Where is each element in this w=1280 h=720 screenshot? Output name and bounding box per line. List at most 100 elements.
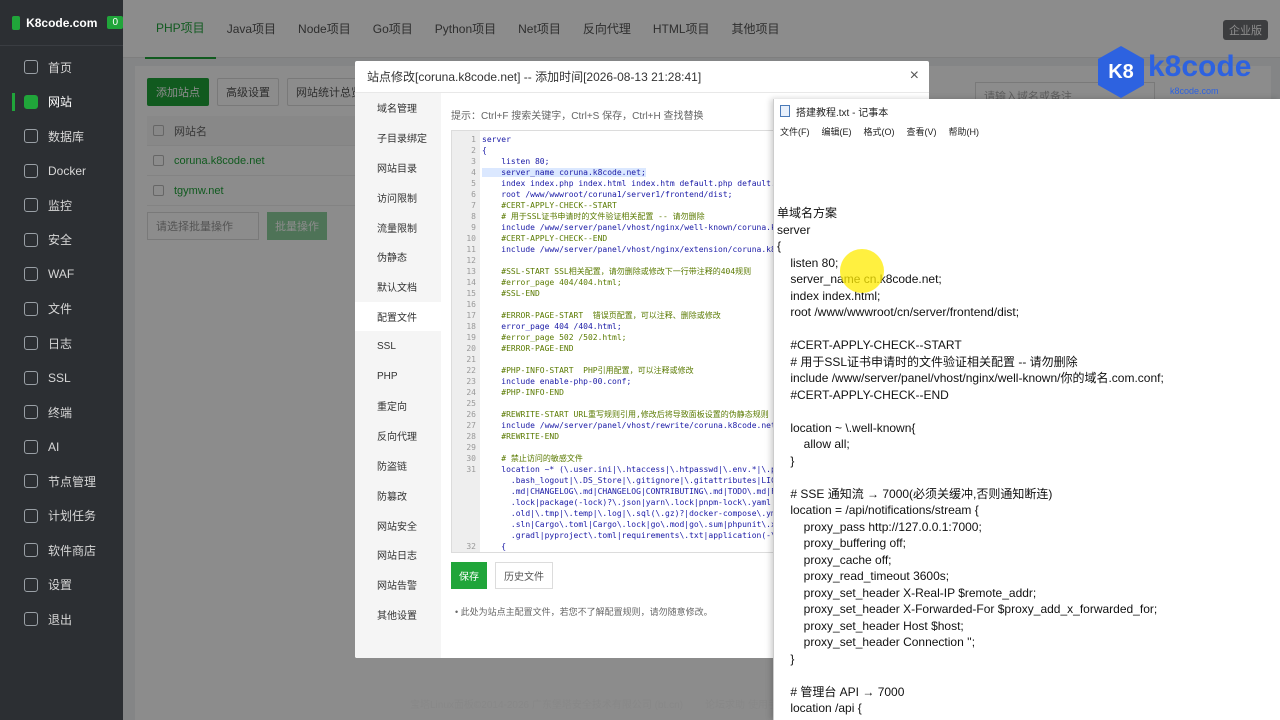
line-number: 21 (466, 355, 476, 364)
modal-nav-item[interactable]: 子目录绑定 (355, 123, 441, 153)
code-text: { (482, 146, 487, 155)
sidebar-item-label: 节点管理 (48, 474, 97, 489)
code-text: #error_page 502 /502.html; (482, 333, 627, 342)
sidebar-item[interactable]: WAF (0, 257, 123, 292)
sidebar-item[interactable]: 计划任务 (0, 499, 123, 534)
panel-logo-icon (12, 15, 21, 30)
sidebar-item[interactable]: Docker (0, 154, 123, 189)
modal-nav-item[interactable]: 网站告警 (355, 570, 441, 600)
line-number: 24 (466, 388, 476, 397)
modal-nav-item[interactable]: 网站安全 (355, 510, 441, 540)
logo-hex-mark: K8 (1098, 46, 1144, 98)
line-number: 14 (466, 278, 476, 287)
notepad-window: 搭建教程.txt - 记事本 文件(F) 编辑(E) 格式(O) 查看(V) 帮助(H)… (773, 99, 1280, 720)
code-text: include /www/server/panel/vhost/nginx/we… (482, 223, 800, 232)
sidebar-item[interactable]: 网站 (0, 85, 123, 120)
history-button[interactable]: 历史文件 (495, 562, 553, 589)
notepad-menu-item[interactable]: 查看(V) (907, 125, 937, 138)
notepad-line: { (777, 239, 782, 253)
sidebar-item[interactable]: 日志 (0, 326, 123, 361)
sidebar-item[interactable]: 终端 (0, 395, 123, 430)
line-number: 12 (466, 256, 476, 265)
code-text: #PHP-INFO-START PHP引用配置，可以注释或修改 (482, 366, 694, 375)
modal-nav-item[interactable]: PHP (355, 361, 441, 391)
footer-forum-link[interactable]: 论坛求助 (705, 696, 745, 711)
line-number: 26 (466, 410, 476, 419)
code-text: listen 80; (482, 157, 550, 166)
gear-icon (24, 577, 38, 592)
line-number: 1 (471, 135, 476, 144)
clock-icon (24, 508, 38, 523)
modal-nav-item[interactable]: 默认文档 (355, 272, 441, 302)
notepad-line: location /api { (777, 701, 862, 715)
sidebar-item[interactable]: 退出 (0, 602, 123, 637)
notepad-line: proxy_set_header Connection ''; (777, 635, 976, 649)
sidebar-item[interactable]: 监控 (0, 188, 123, 223)
notepad-line: proxy_set_header Host $host; (777, 618, 964, 633)
sidebar-item[interactable]: 软件商店 (0, 533, 123, 568)
sidebar-item[interactable]: 文件 (0, 292, 123, 327)
notepad-line: #CERT-APPLY-CHECK--END (777, 387, 949, 402)
folder-icon (24, 301, 38, 316)
sidebar-item-label: 终端 (48, 405, 73, 420)
modal-nav-item[interactable]: 防篡改 (355, 480, 441, 510)
code-text: #ERROR-PAGE-END (482, 344, 574, 353)
notepad-line: proxy_read_timeout 3600s; (777, 569, 950, 583)
modal-nav-item[interactable]: 网站日志 (355, 540, 441, 570)
sidebar-item[interactable]: 首页 (0, 50, 123, 85)
sidebar-item[interactable]: 数据库 (0, 119, 123, 154)
notepad-line: proxy_cache off; (777, 552, 892, 567)
notepad-menu-item[interactable]: 文件(F) (780, 125, 810, 138)
line-number: 7 (471, 201, 476, 210)
modal-nav-item[interactable]: 访问限制 (355, 182, 441, 212)
notepad-menu-item[interactable]: 编辑(E) (822, 125, 852, 138)
modal-nav-item[interactable]: 流量限制 (355, 212, 441, 242)
sidebar-item[interactable]: SSL (0, 361, 123, 396)
modal-nav-item[interactable]: 重定向 (355, 391, 441, 421)
modal-nav-item[interactable]: SSL (355, 331, 441, 361)
sidebar-item-label: 退出 (48, 612, 73, 627)
sidebar-item-label: 软件商店 (48, 543, 97, 558)
code-text: #CERT-APPLY-CHECK--END (482, 234, 608, 243)
modal-nav-item[interactable]: 伪静态 (355, 242, 441, 272)
sidebar-item[interactable]: 安全 (0, 223, 123, 258)
modal-nav-item[interactable]: 防盗链 (355, 451, 441, 481)
modal-nav-item[interactable]: 域名管理 (355, 93, 441, 123)
code-text: include enable-php-00.conf; (482, 377, 632, 386)
modal-nav-item[interactable]: 反向代理 (355, 421, 441, 451)
sidebar-brand: K8code.com 0 (0, 0, 123, 46)
close-icon[interactable]: × (910, 67, 919, 85)
notepad-menu-item[interactable]: 帮助(H) (949, 125, 980, 138)
code-text: location ~* (\.user.ini|\.htaccess|\.htp… (482, 465, 805, 474)
modal-nav-item[interactable]: 其他设置 (355, 600, 441, 630)
cursor-highlight (840, 249, 884, 293)
sidebar-item[interactable]: AI (0, 430, 123, 465)
code-text: #REWRITE-START URL重写规则引用,修改后将导致面板设置的伪静态规… (482, 410, 769, 419)
notepad-line: proxy_set_header X-Forwarded-For $proxy_… (777, 602, 1158, 616)
notification-badge[interactable]: 0 (107, 16, 123, 29)
line-number: 9 (471, 223, 476, 232)
code-text: #PHP-INFO-END (482, 388, 564, 397)
notepad-line: # 管理台 API → 7000 (777, 684, 905, 699)
code-text: server (482, 135, 511, 144)
sidebar-item[interactable]: 设置 (0, 568, 123, 603)
editor-actions: 保存 历史文件 (451, 562, 553, 589)
modal-nav-item[interactable]: 配置文件 (355, 301, 441, 332)
code-text: { (482, 542, 507, 551)
sidebar-menu: 首页 网站 数据库 Docker 监控 安全 WAF 文件 日志 SSL 终端 AI 节点管理计划任务软… (0, 46, 123, 637)
code-text: # 禁止访问的敏感文件 (482, 454, 583, 463)
line-number: 6 (471, 190, 476, 199)
modal-nav-item[interactable]: 网站目录 (355, 153, 441, 183)
save-button[interactable]: 保存 (451, 562, 487, 589)
home-icon (24, 60, 38, 75)
shield-icon (24, 232, 38, 247)
sidebar-item[interactable]: 节点管理 (0, 464, 123, 499)
code-text: server_name coruna.k8code.net; (482, 168, 646, 177)
code-text: root /www/wwwroot/coruna1/server1/fronte… (482, 190, 733, 199)
notepad-menu-item[interactable]: 格式(O) (864, 125, 895, 138)
notepad-line: root /www/wwwroot/cn/server/frontend/dis… (777, 305, 1020, 319)
logo-wordmark: k8code (1148, 50, 1252, 83)
docker-icon (24, 163, 38, 178)
notepad-line: location ~ \.well-known{ (777, 420, 916, 435)
line-number: 23 (466, 377, 476, 386)
